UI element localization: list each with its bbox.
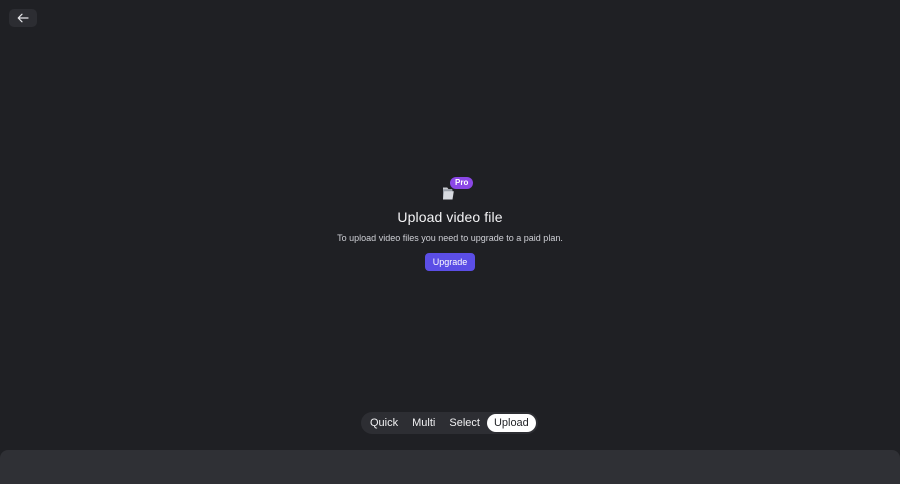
mode-switcher: Quick Multi Select Upload — [361, 412, 538, 434]
upgrade-message: To upload video files you need to upgrad… — [337, 233, 563, 243]
arrow-left-icon — [17, 13, 29, 23]
app-window: Pro Upload video file To upload video fi… — [0, 0, 900, 484]
upload-panel: Pro Upload video file To upload video fi… — [0, 176, 900, 271]
tab-select[interactable]: Select — [442, 414, 487, 432]
tab-upload[interactable]: Upload — [486, 414, 536, 432]
upload-title: Upload video file — [397, 209, 503, 225]
tab-quick[interactable]: Quick — [363, 414, 405, 432]
upload-illustration: Pro — [430, 176, 474, 204]
bottom-panel — [0, 450, 900, 484]
pro-badge: Pro — [450, 177, 474, 189]
back-button[interactable] — [9, 9, 37, 27]
tab-multi[interactable]: Multi — [405, 414, 442, 432]
upgrade-button[interactable]: Upgrade — [424, 253, 476, 271]
